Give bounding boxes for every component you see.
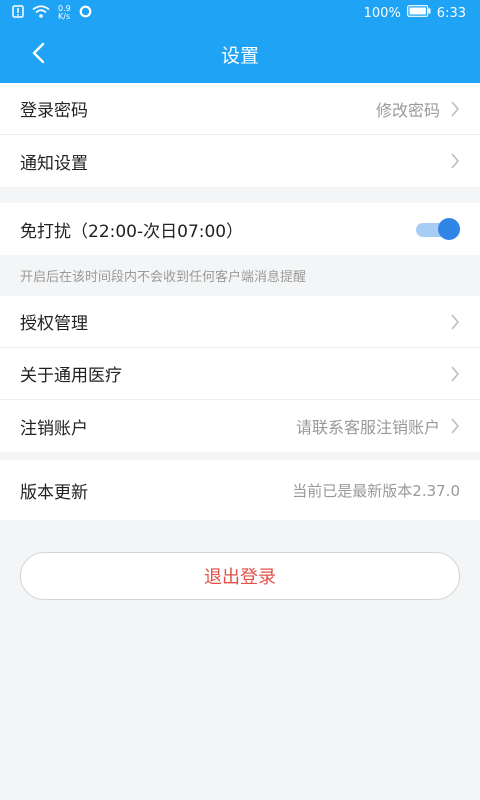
status-bar: 0.9 K/s 100% 6:33 (0, 0, 480, 26)
toggle-knob (438, 218, 460, 240)
battery-icon (406, 5, 431, 21)
back-button[interactable] (22, 40, 54, 70)
section-gap (0, 187, 480, 203)
battery-percent: 100% (363, 5, 401, 21)
notification-icon (12, 4, 24, 22)
chevron-right-icon (451, 365, 460, 382)
settings-group-dnd: 免打扰（22:00-次日07:00） (0, 203, 480, 255)
row-about[interactable]: 关于通用医疗 (0, 348, 480, 400)
chevron-right-icon (451, 313, 460, 330)
row-value: 请联系客服注销账户 (295, 418, 440, 437)
row-version-update[interactable]: 版本更新 当前已是最新版本2.37.0 (0, 460, 480, 520)
dnd-toggle[interactable] (416, 218, 460, 240)
chevron-left-icon (31, 42, 45, 68)
chevron-right-icon (451, 153, 460, 169)
row-do-not-disturb: 免打扰（22:00-次日07:00） (0, 203, 480, 255)
wifi-icon (32, 4, 50, 22)
chevron-right-icon (451, 100, 460, 117)
net-speed: 0.9 K/s (58, 5, 71, 21)
net-speed-unit: K/s (58, 12, 71, 21)
row-right: 修改密码 (376, 97, 460, 121)
section-gap (0, 452, 480, 460)
settings-group-account: 登录密码 修改密码 通知设置 (0, 83, 480, 187)
row-delete-account[interactable]: 注销账户 请联系客服注销账户 (0, 400, 480, 452)
settings-group-misc: 授权管理 关于通用医疗 注销账户 请联系客服注销账户 (0, 296, 480, 452)
status-left: 0.9 K/s (12, 5, 92, 22)
settings-group-version: 版本更新 当前已是最新版本2.37.0 (0, 460, 480, 520)
row-right: 请联系客服注销账户 (296, 414, 460, 438)
app-header: 0.9 K/s 100% 6:33 设置 (0, 0, 480, 83)
row-right (450, 365, 460, 382)
dnd-hint: 开启后在该时间段内不会收到任何客户端消息提醒 (0, 255, 480, 296)
title-bar: 设置 (0, 26, 480, 83)
row-label: 版本更新 (20, 482, 88, 503)
dnd-label: 免打扰（22:00-次日07:00） (20, 221, 244, 242)
row-authorization[interactable]: 授权管理 (0, 296, 480, 348)
chevron-right-icon (451, 418, 460, 434)
row-right: 当前已是最新版本2.37.0 (292, 480, 460, 501)
row-login-password[interactable]: 登录密码 修改密码 (0, 83, 480, 135)
row-right (450, 313, 460, 330)
sync-icon (79, 5, 92, 22)
row-value: 修改密码 (375, 100, 440, 120)
row-right (450, 153, 460, 169)
version-value: 当前已是最新版本2.37.0 (292, 481, 460, 500)
row-label: 登录密码 (20, 101, 88, 121)
row-label: 授权管理 (20, 314, 88, 334)
page-title: 设置 (220, 45, 259, 67)
logout-button[interactable]: 退出登录 (20, 552, 460, 600)
row-label: 注销账户 (20, 418, 88, 439)
status-right: 100% 6:33 (364, 5, 466, 21)
row-label: 关于通用医疗 (20, 366, 122, 386)
clock: 6:33 (436, 5, 466, 21)
row-label: 通知设置 (20, 153, 88, 174)
logout-area: 退出登录 (0, 520, 480, 600)
row-notification-settings[interactable]: 通知设置 (0, 135, 480, 187)
